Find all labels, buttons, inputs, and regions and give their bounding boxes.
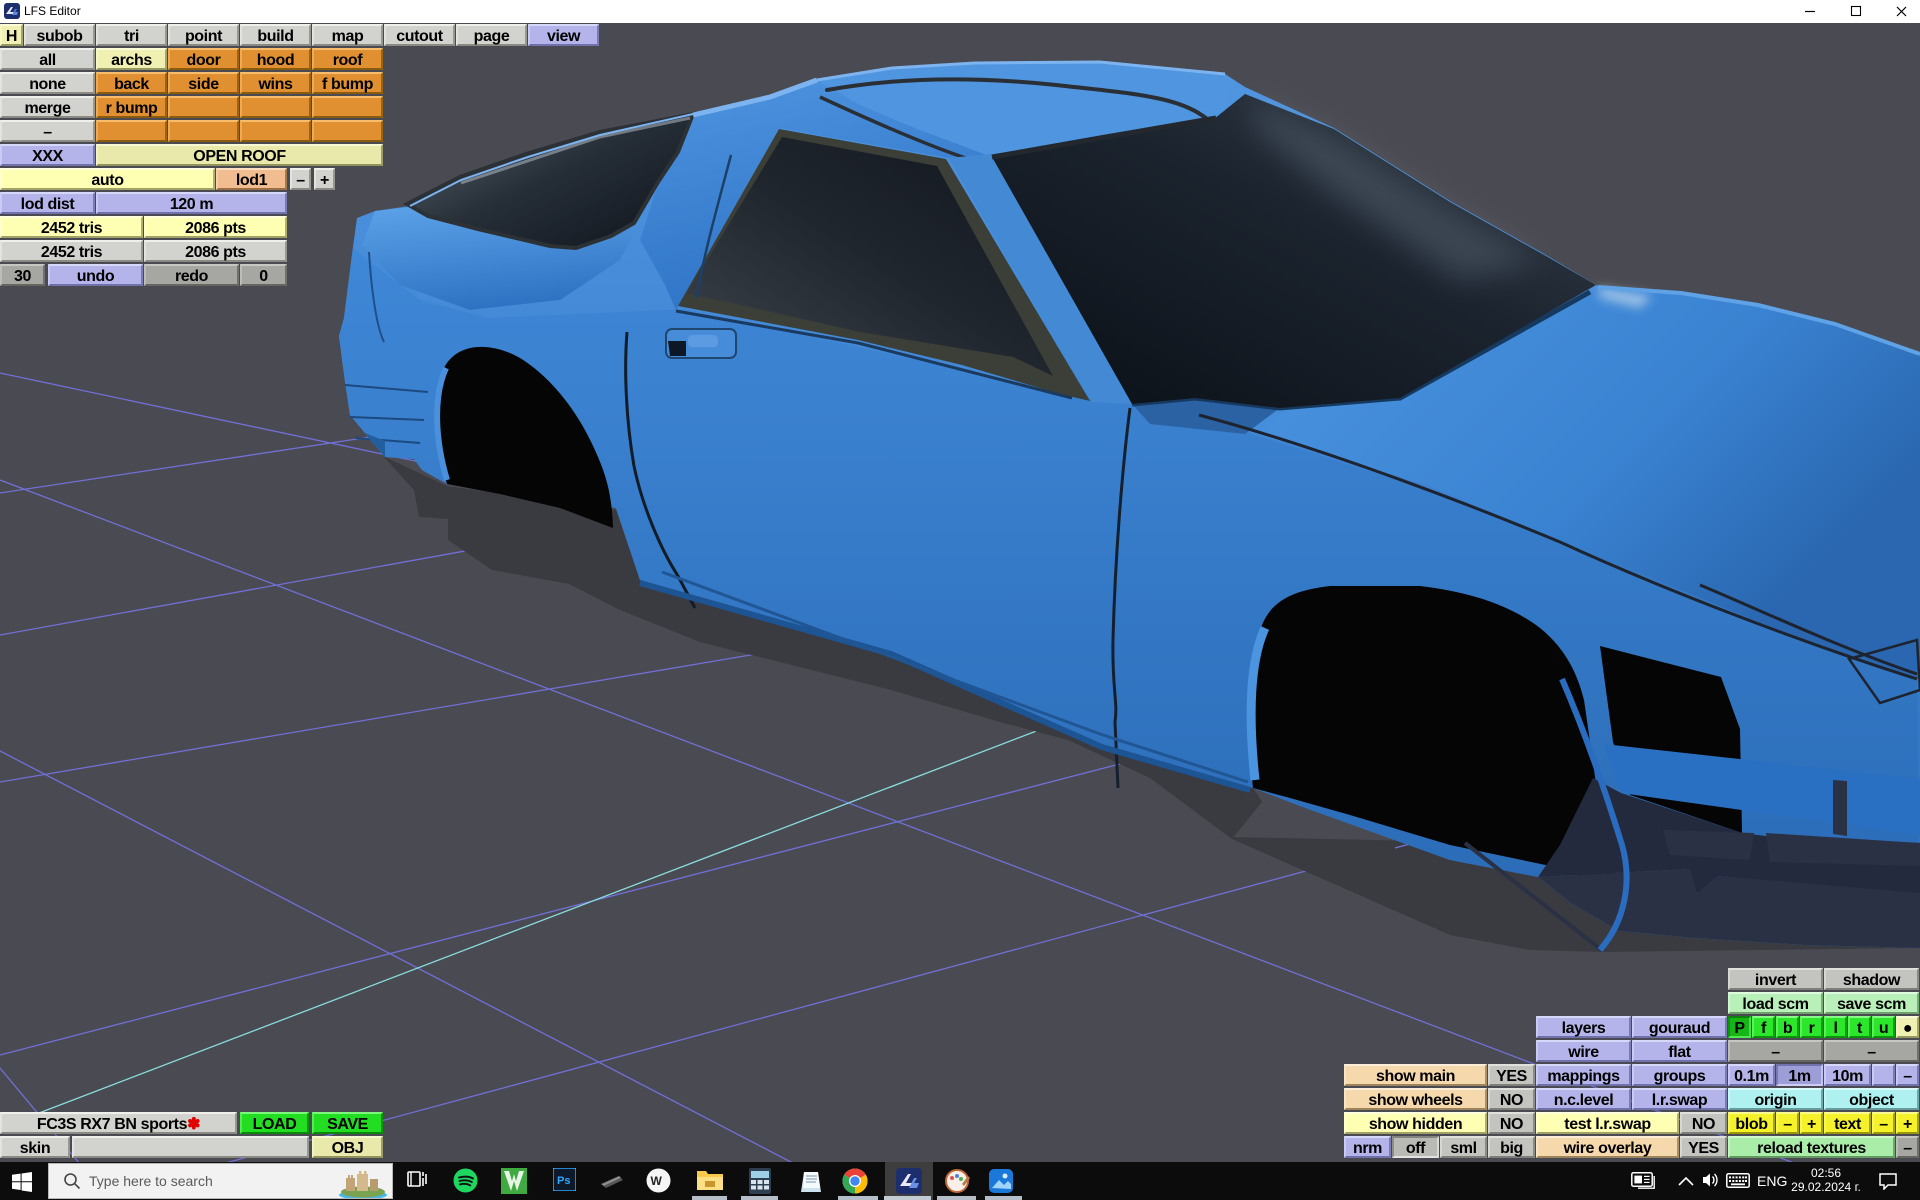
svg-text:W: W (651, 1174, 663, 1188)
svg-text:Ps: Ps (557, 1175, 570, 1187)
